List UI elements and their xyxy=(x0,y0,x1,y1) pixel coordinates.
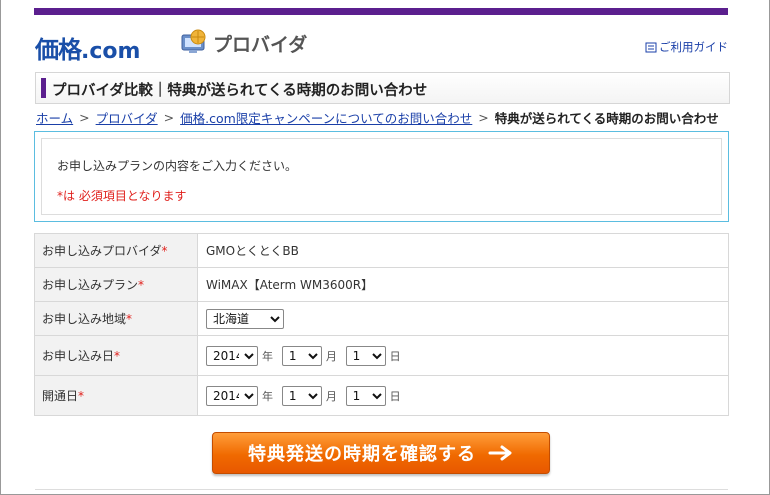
required-note: *は 必須項目となります xyxy=(57,189,187,203)
application-day-select[interactable]: 1 xyxy=(345,345,386,366)
breadcrumb-home[interactable]: ホーム xyxy=(36,108,73,127)
breadcrumb: ホーム > プロバイダ > 価格.com限定キャンペーンについてのお問い合わせ … xyxy=(36,108,719,127)
breadcrumb-current: 特典が送られてくる時期のお問い合わせ xyxy=(494,111,719,126)
plan-value: WiMAX【Aterm WM3600R】 xyxy=(206,278,374,292)
application-month-select[interactable]: 1 xyxy=(281,345,322,366)
breadcrumb-separator: > xyxy=(79,110,90,125)
instruction-notice-inner: お申し込みプランの内容をご入力ください。 *は 必須項目となります xyxy=(41,138,722,215)
instruction-notice: お申し込みプランの内容をご入力ください。 *は 必須項目となります xyxy=(34,131,729,222)
window-frame-left xyxy=(0,0,1,495)
instruction-text: お申し込みプランの内容をご入力ください。 xyxy=(57,159,298,173)
book-icon xyxy=(645,42,657,53)
activation-date-value-cell: 2014 年 1 月 1 日 xyxy=(197,375,729,416)
required-mark: * xyxy=(114,349,121,363)
application-date-label-cell: お申し込み日* xyxy=(34,335,198,376)
required-mark: * xyxy=(126,312,133,326)
logo-main-text: 価格 xyxy=(35,36,82,64)
top-brand-bar xyxy=(34,8,728,15)
form-row-activation-date: 開通日* 2014 年 1 月 1 日 xyxy=(34,375,729,416)
provider-label-cell: お申し込みプロバイダ* xyxy=(34,233,198,268)
plan-value-cell: WiMAX【Aterm WM3600R】 xyxy=(197,267,729,302)
activation-date-label-cell: 開通日* xyxy=(34,375,198,416)
form-row-application-date: お申し込み日* 2014 年 1 月 1 日 xyxy=(34,335,729,376)
provider-section-name: プロバイダ xyxy=(213,33,308,56)
form-row-plan: お申し込みプラン* WiMAX【Aterm WM3600R】 xyxy=(34,267,729,302)
region-value-cell: 北海道 xyxy=(197,301,729,336)
submit-button-label: 特典発送の時期を確認する xyxy=(248,444,476,465)
form-row-region: お申し込み地域* 北海道 xyxy=(34,301,729,336)
year-unit: 年 xyxy=(262,349,273,363)
required-mark: * xyxy=(161,244,168,258)
provider-value-cell: GMOとくとくBB xyxy=(197,233,729,268)
required-mark: * xyxy=(138,278,145,292)
plan-label-cell: お申し込みプラン* xyxy=(34,267,198,302)
breadcrumb-provider[interactable]: プロバイダ xyxy=(96,108,158,127)
title-accent-bar xyxy=(41,78,46,98)
region-select[interactable]: 北海道 xyxy=(206,308,284,329)
plan-form-table: お申し込みプロバイダ* GMOとくとくBB お申し込みプラン* WiMAX【At… xyxy=(34,233,729,416)
provider-section-logo[interactable]: プロバイダ xyxy=(179,29,307,57)
activation-month-select[interactable]: 1 xyxy=(281,385,322,406)
breadcrumb-separator: > xyxy=(478,110,489,125)
user-guide-label: ご利用ガイド xyxy=(659,40,728,54)
footer-divider xyxy=(35,489,728,490)
day-unit: 日 xyxy=(389,389,401,403)
breadcrumb-campaign-inquiry[interactable]: 価格.com限定キャンペーンについてのお問い合わせ xyxy=(180,108,472,127)
region-label-cell: お申し込み地域* xyxy=(34,301,198,336)
breadcrumb-separator: > xyxy=(163,110,175,125)
arrow-right-icon xyxy=(488,445,514,461)
provider-value: GMOとくとくBB xyxy=(206,244,299,258)
form-row-provider: お申し込みプロバイダ* GMOとくとくBB xyxy=(34,233,729,268)
day-unit: 日 xyxy=(389,349,401,363)
plan-label: お申し込みプラン xyxy=(42,278,139,292)
page-title-box: プロバイダ比較｜特典が送られてくる時期のお問い合わせ xyxy=(35,72,730,104)
required-mark: * xyxy=(78,389,85,403)
activation-date-label: 開通日 xyxy=(42,389,79,403)
activation-day-select[interactable]: 1 xyxy=(345,385,386,406)
page-title: プロバイダ比較｜特典が送られてくる時期のお問い合わせ xyxy=(52,83,428,99)
pc-globe-icon xyxy=(179,29,209,57)
application-date-label: お申し込み日 xyxy=(42,349,115,363)
region-label: お申し込み地域 xyxy=(42,312,127,326)
application-year-select[interactable]: 2014 xyxy=(206,345,258,366)
year-unit: 年 xyxy=(262,389,273,403)
kakaku-logo[interactable]: 価格 .com xyxy=(35,30,140,64)
month-unit: 月 xyxy=(325,389,337,403)
activation-year-select[interactable]: 2014 xyxy=(206,385,258,406)
month-unit: 月 xyxy=(325,349,337,363)
logo-suffix-text: .com xyxy=(81,39,141,64)
provider-label: お申し込みプロバイダ xyxy=(42,244,162,258)
check-shipping-timing-button[interactable]: 特典発送の時期を確認する xyxy=(212,432,550,474)
user-guide-link[interactable]: ご利用ガイド xyxy=(645,39,728,55)
application-date-value-cell: 2014 年 1 月 1 日 xyxy=(197,335,729,376)
